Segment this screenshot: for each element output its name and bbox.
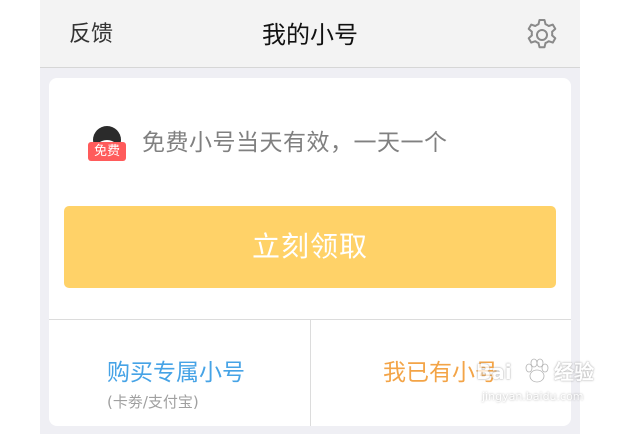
watermark-brand-suffix: 经验 bbox=[554, 360, 594, 384]
navigation-bar: 反馈 我的小号 bbox=[40, 0, 580, 68]
watermark-brand-prefix: Bai bbox=[476, 360, 512, 384]
payment-methods-hint: (卡劵/支付宝) bbox=[107, 393, 199, 411]
promo-description: 免费小号当天有效，一天一个 bbox=[142, 130, 448, 156]
baidu-jingyan-watermark: Bai 经验 jingyan.baidu.com bbox=[470, 352, 618, 414]
gear-icon[interactable] bbox=[523, 16, 561, 54]
paw-icon bbox=[522, 356, 552, 386]
free-account-promo: 免费 免费小号当天有效，一天一个 bbox=[88, 122, 551, 168]
free-badge: 免费 bbox=[88, 142, 126, 161]
watermark-url: jingyan.baidu.com bbox=[482, 390, 584, 403]
screenshot: 反馈 我的小号 免费 免费小号当天有效，一天一个 立刻领取 购买专属小号 (卡劵… bbox=[0, 0, 620, 434]
buy-exclusive-account-button[interactable]: 购买专属小号 (卡劵/支付宝) bbox=[49, 320, 310, 426]
buy-exclusive-account-label: 购买专属小号 bbox=[107, 360, 245, 386]
claim-now-button[interactable]: 立刻领取 bbox=[64, 206, 556, 288]
page-title: 我的小号 bbox=[262, 21, 358, 49]
